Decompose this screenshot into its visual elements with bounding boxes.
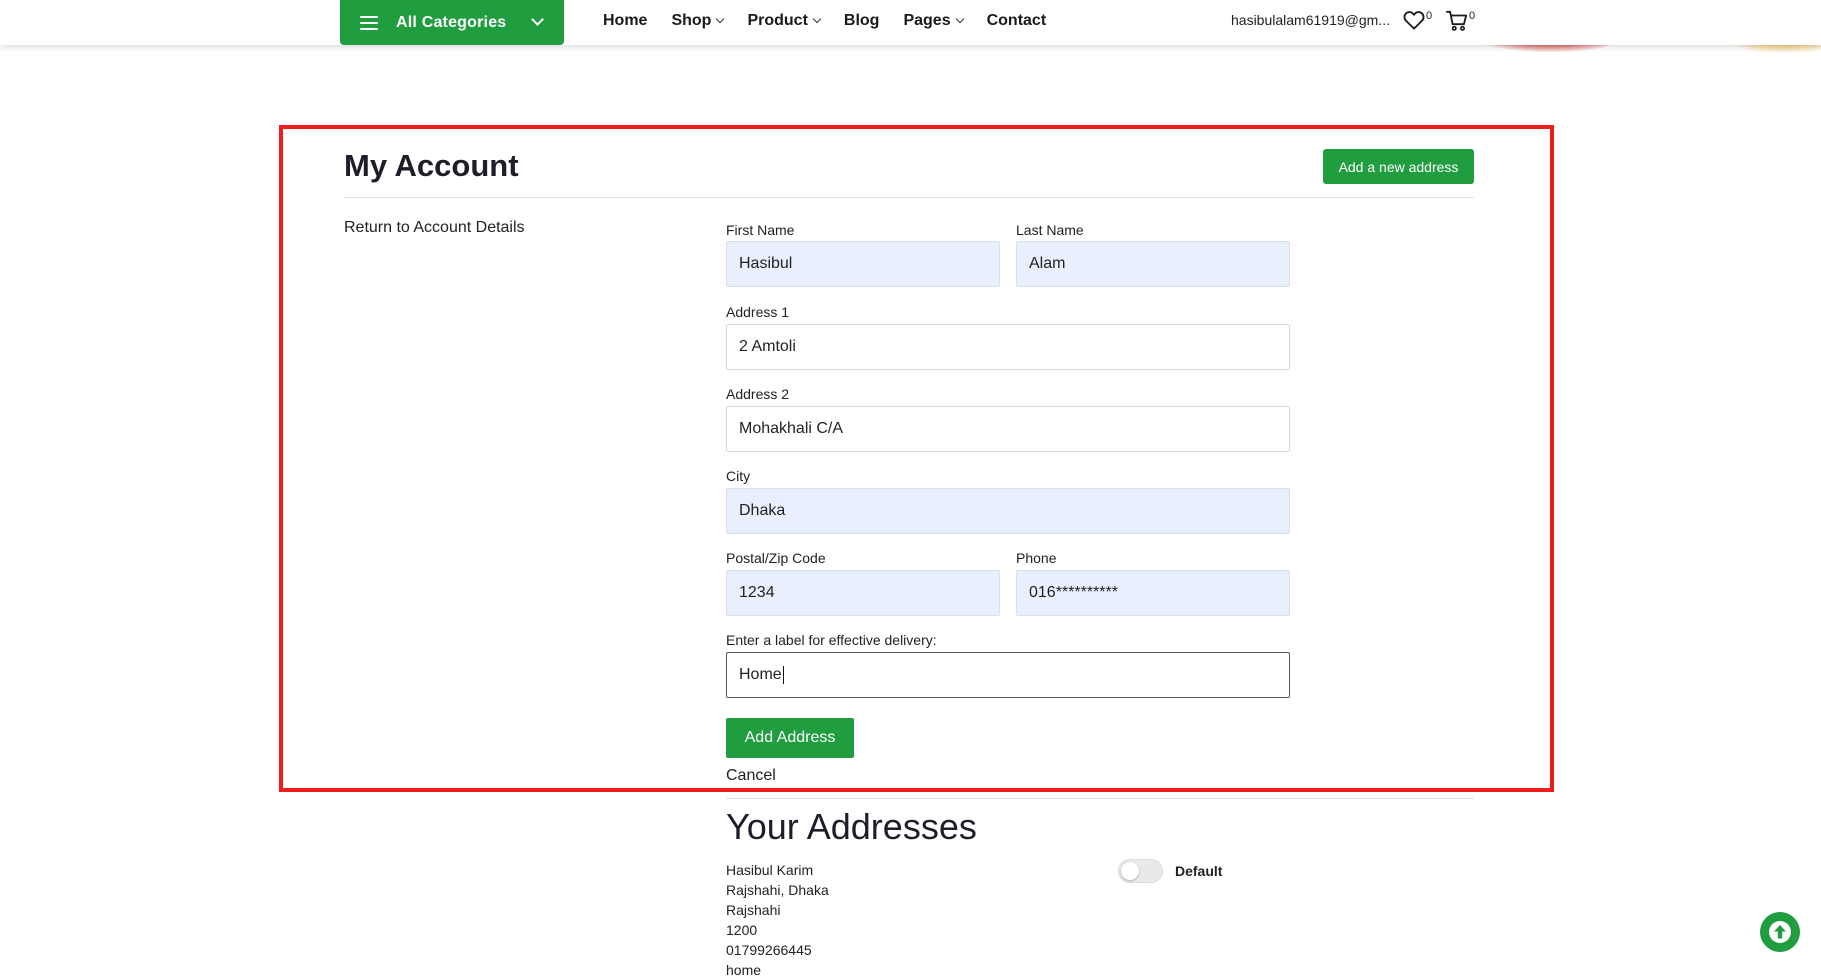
page-title: My Account [344, 148, 519, 183]
city-label: City [726, 468, 751, 484]
address2-field[interactable]: Mohakhali C/A [726, 406, 1290, 452]
delivery-label-field[interactable]: Home [726, 652, 1290, 698]
divider [726, 798, 1474, 799]
last-name-label: Last Name [1016, 222, 1084, 238]
scroll-to-top-button[interactable] [1760, 912, 1800, 952]
phone-field[interactable]: 016********** [1016, 570, 1290, 616]
chevron-down-icon [531, 13, 544, 26]
address-line-city: Rajshahi [726, 902, 781, 918]
wishlist-count: 0 [1426, 10, 1433, 22]
toggle-knob [1121, 862, 1139, 880]
last-name-field[interactable]: Alam [1016, 241, 1290, 287]
addresses-title: Your Addresses [726, 806, 977, 847]
address-line-postal: 1200 [726, 922, 758, 938]
delivery-label-label: Enter a label for effective delivery: [726, 632, 937, 648]
chevron-down-icon [716, 14, 725, 24]
address-line-street: Rajshahi, Dhaka [726, 882, 829, 898]
nav-shop[interactable]: Shop [671, 12, 725, 30]
address2-label: Address 2 [726, 386, 790, 402]
postal-code-field[interactable]: 1234 [726, 570, 1000, 616]
add-address-button[interactable]: Add Address [726, 718, 854, 758]
nav-contact-label: Contact [986, 12, 1047, 29]
address1-label: Address 1 [726, 304, 790, 320]
user-email-link[interactable]: hasibulalam61919@gm... [1231, 12, 1390, 28]
arrow-up-icon [1769, 921, 1791, 943]
nav-home-label: Home [603, 12, 648, 29]
chevron-down-icon [812, 14, 822, 24]
address-line-label: home [726, 962, 762, 977]
add-new-address-button[interactable]: Add a new address [1323, 149, 1474, 184]
nav-product[interactable]: Product [747, 12, 822, 30]
cart-count: 0 [1469, 10, 1476, 22]
first-name-field[interactable]: Hasibul [726, 241, 1000, 287]
nav-blog[interactable]: Blog [844, 12, 880, 30]
menu-icon [360, 15, 378, 30]
nav-pages-label: Pages [903, 12, 951, 29]
address-line-name: Hasibul Karim [726, 862, 814, 878]
chevron-down-icon [955, 14, 964, 24]
nav-contact[interactable]: Contact [987, 12, 1047, 30]
nav-pages[interactable]: Pages [903, 12, 964, 30]
delivery-label-value: Home [739, 666, 782, 683]
address-line-phone: 01799266445 [726, 942, 812, 958]
all-categories-label: All Categories [396, 13, 507, 31]
nav-shop-label: Shop [671, 12, 712, 29]
default-label: Default [1175, 863, 1223, 879]
phone-label: Phone [1016, 550, 1057, 566]
divider [344, 197, 1474, 198]
postal-code-label: Postal/Zip Code [726, 550, 826, 566]
address-card: Hasibul Karim Rajshahi, Dhaka Rajshahi 1… [726, 860, 829, 977]
all-categories-button[interactable]: All Categories [340, 0, 564, 45]
wishlist-button[interactable]: 0 [1403, 10, 1432, 30]
cart-button[interactable]: 0 [1446, 10, 1475, 32]
cancel-link[interactable]: Cancel [726, 767, 776, 785]
address1-field[interactable]: 2 Amtoli [726, 324, 1290, 370]
main-nav: Home Shop Product Blog Pages Contact [603, 0, 1046, 42]
text-cursor [782, 666, 784, 684]
nav-blog-label: Blog [843, 12, 880, 29]
heart-icon [1403, 11, 1425, 30]
default-address-toggle[interactable] [1118, 859, 1163, 883]
return-to-account-link[interactable]: Return to Account Details [344, 219, 525, 237]
first-name-label: First Name [726, 222, 795, 238]
nav-product-label: Product [747, 12, 808, 29]
nav-home[interactable]: Home [603, 12, 647, 30]
city-field[interactable]: Dhaka [726, 488, 1290, 534]
cart-icon [1446, 10, 1468, 31]
